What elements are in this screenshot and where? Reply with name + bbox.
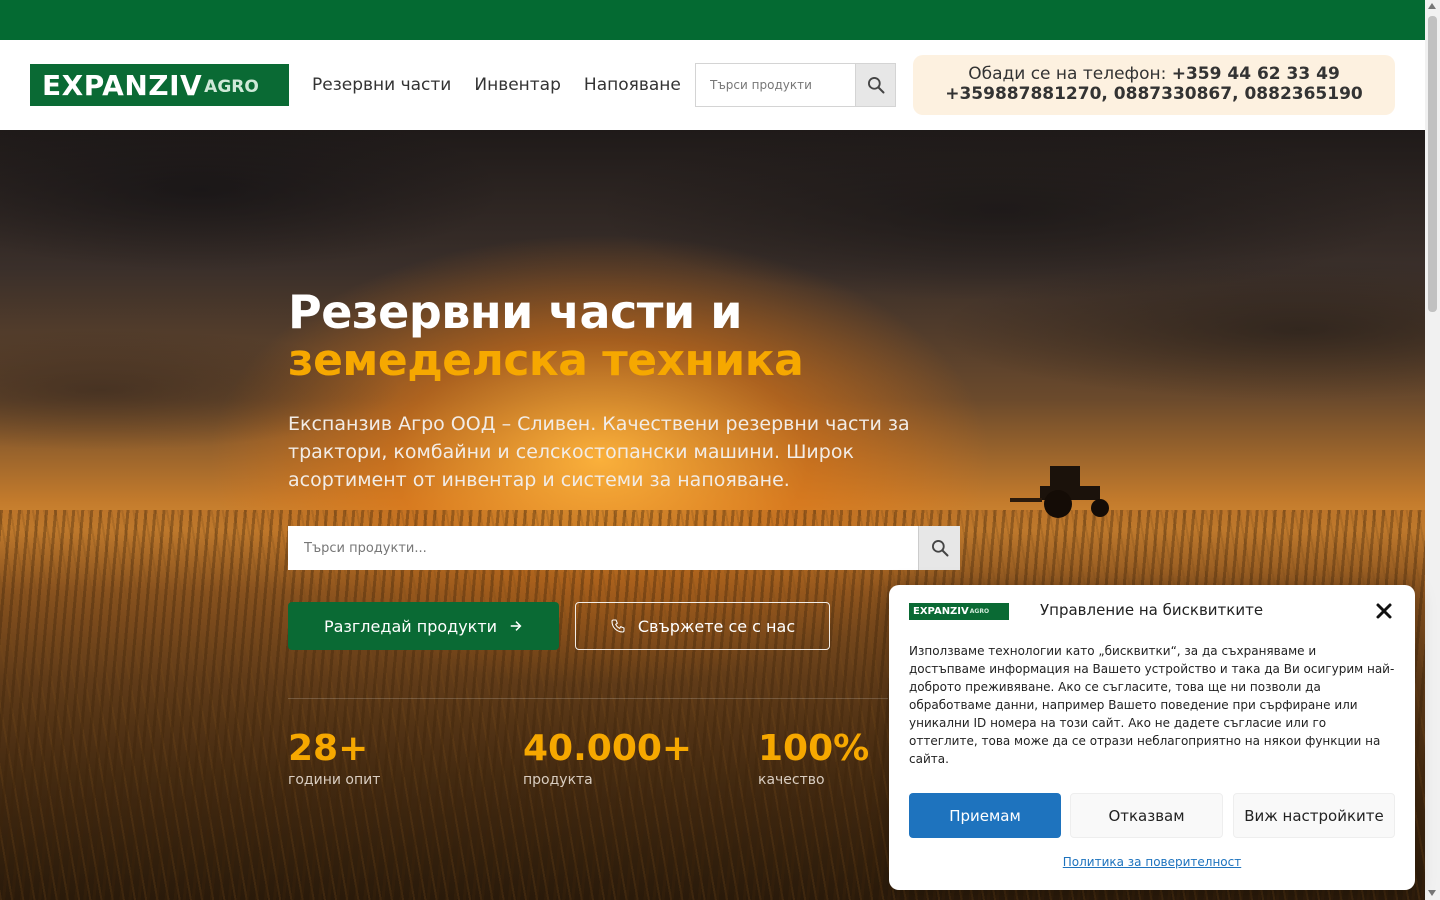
contact-us-label: Свържете се с нас (637, 616, 796, 636)
cookie-logo-sub: AGRO (969, 608, 990, 615)
phone-line-1: Обади се на телефон: +359 44 62 33 49 (913, 64, 1395, 84)
hero-title-line-2: земеделска техника (288, 335, 804, 386)
scroll-up-arrow[interactable] (1428, 3, 1436, 9)
top-bar (0, 0, 1425, 40)
cookie-consent-dialog: EXPANZIV AGRO Управление на бисквитките … (889, 585, 1415, 890)
stat-value: 100% (758, 728, 870, 769)
search-icon (867, 77, 884, 94)
arrow-right-icon (510, 621, 522, 631)
contact-us-button[interactable]: Свържете се с нас (575, 602, 830, 650)
hero-search (288, 526, 960, 570)
cookie-logo-main: EXPANZIV (913, 606, 969, 617)
nav-item-spare-parts[interactable]: Резервни части (312, 75, 451, 95)
header-search-button[interactable] (855, 63, 896, 107)
cookie-deny-button[interactable]: Отказвам (1070, 793, 1223, 838)
stat-label: качество (758, 772, 825, 788)
phone-main[interactable]: +359 44 62 33 49 (1172, 64, 1340, 84)
cookie-text: Използваме технологии като „бисквитки“, … (909, 644, 1395, 766)
stats-divider (288, 698, 888, 699)
site-header: EXPANZIV AGRO Резервни части Инвентар На… (0, 40, 1425, 130)
stat-products: 40.000+ продукта (523, 728, 692, 790)
browse-products-button[interactable]: Разгледай продукти (288, 602, 559, 650)
stat-value: 28+ (288, 728, 369, 769)
cookie-accept-button[interactable]: Приемам (909, 793, 1061, 838)
stat-quality: 100% качество (758, 728, 869, 790)
logo-sub-text: AGRO (204, 77, 259, 97)
scrollbar-thumb[interactable] (1428, 16, 1437, 312)
browse-products-label: Разгледай продукти (323, 616, 498, 636)
scroll-down-arrow[interactable] (1428, 890, 1436, 896)
nav-item-irrigation[interactable]: Напояване (584, 75, 681, 95)
privacy-policy-link[interactable]: Политика за поверителност (889, 855, 1415, 869)
tractor-silhouette (1010, 466, 1109, 518)
page-scrollbar[interactable] (1425, 0, 1440, 900)
site-logo[interactable]: EXPANZIV AGRO (30, 64, 289, 106)
hero-lead: Експанзив Агро ООД – Сливен. Качествени … (288, 413, 910, 491)
phone-box: Обади се на телефон: +359 44 62 33 49 +3… (913, 55, 1395, 115)
phone-icon (611, 619, 625, 633)
cookie-logo: EXPANZIV AGRO (909, 603, 1009, 620)
cookie-title: Управление на бисквитките (1040, 601, 1264, 619)
nav-item-inventory[interactable]: Инвентар (474, 75, 561, 95)
header-search-input[interactable] (695, 63, 855, 107)
hero-search-input[interactable] (288, 526, 918, 570)
main-nav: Резервни части Инвентар Напояване (312, 75, 681, 95)
phone-prefix: Обади се на телефон: (968, 64, 1172, 84)
hero-search-button[interactable] (918, 526, 960, 570)
logo-main-text: EXPANZIV (42, 68, 203, 102)
stat-experience: 28+ години опит (288, 728, 380, 790)
close-icon[interactable] (1374, 601, 1394, 621)
stat-label: продукта (523, 772, 593, 788)
header-search (695, 63, 896, 107)
phone-others[interactable]: +359887881270, 0887330867, 0882365190 (945, 84, 1363, 104)
hero-title-line-1: Резервни части и (288, 285, 742, 339)
cookie-preferences-button[interactable]: Виж настройките (1233, 793, 1395, 838)
stat-value: 40.000+ (523, 728, 693, 769)
stat-label: години опит (288, 772, 381, 788)
search-icon (931, 540, 948, 557)
